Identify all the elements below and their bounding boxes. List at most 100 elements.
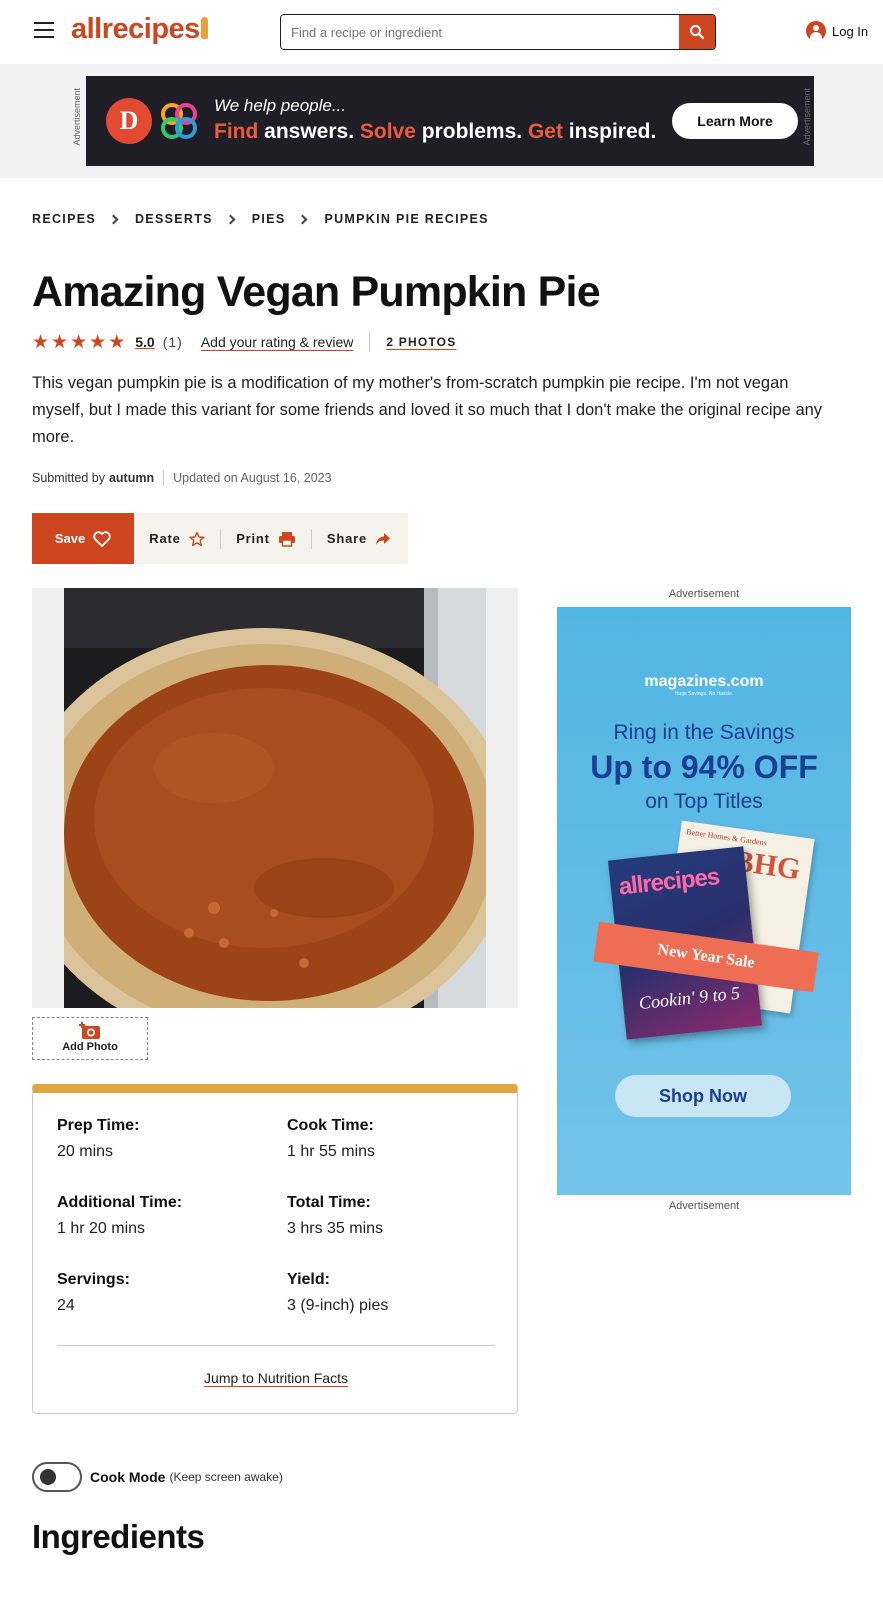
rate-label: Rate xyxy=(149,531,181,546)
star-rating: ★ ★ ★ ★ ★ xyxy=(32,333,125,352)
rate-button[interactable]: Rate xyxy=(134,513,220,564)
search-icon xyxy=(690,25,705,40)
recipe-details-card: Prep Time: 20 mins Cook Time: 1 hr 55 mi… xyxy=(32,1084,518,1414)
magazines-logo: magazines.com Huge Savings. No Hassle. xyxy=(644,673,764,697)
ad-line-1: Ring in the Savings xyxy=(613,721,795,744)
star-icon: ★ xyxy=(108,331,126,353)
chevron-right-icon xyxy=(108,214,119,224)
detail-value: 3 hrs 35 mins xyxy=(287,1220,384,1237)
detail-label: Yield: xyxy=(287,1271,330,1288)
star-outline-icon xyxy=(188,531,205,546)
cook-mode: Cook Mode (Keep screen awake) xyxy=(32,1462,283,1492)
site-logo[interactable]: allrecipes xyxy=(71,13,208,46)
search-button[interactable] xyxy=(679,15,715,49)
heart-icon xyxy=(93,530,111,547)
logo-text: allrecipes xyxy=(71,13,200,45)
detail-label: Prep Time: xyxy=(57,1117,140,1134)
ad-tagline: We help people... xyxy=(214,96,346,115)
ad-label-top: Advertisement xyxy=(668,588,740,600)
detail-cook-time: Cook Time: 1 hr 55 mins xyxy=(287,1117,507,1161)
detail-value: 1 hr 55 mins xyxy=(287,1143,376,1160)
ad-line-3: on Top Titles xyxy=(645,790,763,813)
ad-label-left: Advertisement xyxy=(72,88,82,146)
detail-additional-time: Additional Time: 1 hr 20 mins xyxy=(57,1194,277,1238)
rating-count: (1) xyxy=(162,334,183,350)
login-button[interactable]: Log In xyxy=(806,21,868,41)
star-icon: ★ xyxy=(89,331,107,353)
detail-total-time: Total Time: 3 hrs 35 mins xyxy=(287,1194,507,1238)
dotdash-logo: D xyxy=(106,98,152,144)
star-icon: ★ xyxy=(70,331,88,353)
save-label: Save xyxy=(54,531,86,546)
divider xyxy=(57,1345,495,1346)
search-bar xyxy=(280,14,716,50)
recipe-description: This vegan pumpkin pie is a modification… xyxy=(32,374,823,446)
ad-headline: Find answers. Solve problems. Get inspir… xyxy=(214,120,657,143)
camera-plus-icon xyxy=(79,1022,100,1039)
site-header: allrecipes Log In xyxy=(0,0,883,64)
breadcrumb-desserts[interactable]: DESSERTS xyxy=(135,212,213,226)
add-rating-link[interactable]: Add your rating & review xyxy=(201,334,354,350)
ad-label-bottom: Advertisement xyxy=(668,1200,740,1212)
star-icon: ★ xyxy=(51,331,69,353)
menu-icon[interactable] xyxy=(34,22,54,38)
recipe-title: Amazing Vegan Pumpkin Pie xyxy=(32,268,601,316)
recipe-photo[interactable] xyxy=(64,588,486,1008)
divider xyxy=(369,332,371,352)
ad-line-2: Up to 94% OFF xyxy=(590,749,818,785)
detail-servings: Servings: 24 xyxy=(57,1271,277,1315)
share-button[interactable]: Share xyxy=(312,513,406,564)
magazines-ad[interactable]: magazines.com Huge Savings. No Hassle. R… xyxy=(557,607,851,1195)
chevron-right-icon xyxy=(225,214,236,224)
chevron-right-icon xyxy=(298,214,308,224)
rating-value[interactable]: 5.0 xyxy=(135,334,154,350)
user-icon xyxy=(806,21,826,41)
cook-mode-label: Cook Mode xyxy=(90,1469,166,1485)
action-bar: Save Rate Print Share xyxy=(32,513,408,564)
submitted-prefix: Submitted by xyxy=(32,471,105,485)
add-photo-button[interactable]: Add Photo xyxy=(32,1017,148,1060)
save-button[interactable]: Save xyxy=(32,513,134,564)
photos-link[interactable]: 2 PHOTOS xyxy=(386,335,456,349)
printer-icon xyxy=(278,531,295,547)
logo-spoon-icon xyxy=(200,17,208,39)
detail-prep-time: Prep Time: 20 mins xyxy=(57,1117,277,1161)
login-label: Log In xyxy=(832,23,869,39)
learn-more-button[interactable]: Learn More xyxy=(672,103,798,139)
print-button[interactable]: Print xyxy=(221,513,311,564)
print-label: Print xyxy=(236,531,270,546)
share-label: Share xyxy=(326,531,368,546)
cook-mode-toggle[interactable] xyxy=(32,1462,82,1492)
pumpkin-pie-image xyxy=(64,588,486,1008)
recipe-photo-frame xyxy=(32,588,518,1008)
breadcrumb: RECIPES DESSERTS PIES PUMPKIN PIE RECIPE… xyxy=(32,212,489,226)
top-ad-banner[interactable]: D We help people... Find answers. Solve … xyxy=(86,76,814,166)
star-icon: ★ xyxy=(32,331,50,353)
divider xyxy=(163,470,165,486)
rating-row: ★ ★ ★ ★ ★ 5.0 (1) Add your rating & review 2… xyxy=(32,331,456,353)
breadcrumb-pies[interactable]: PIES xyxy=(252,212,286,226)
toggle-knob xyxy=(40,1469,56,1485)
shop-now-button[interactable]: Shop Now xyxy=(615,1075,791,1117)
byline: Submitted by autumn Updated on August 16… xyxy=(32,470,332,486)
search-input[interactable] xyxy=(281,15,679,49)
detail-label: Servings: xyxy=(57,1271,130,1288)
share-arrow-icon xyxy=(376,532,391,545)
add-photo-label: Add Photo xyxy=(62,1041,118,1053)
detail-label: Total Time: xyxy=(287,1194,371,1211)
ingredients-heading: Ingredients xyxy=(32,1518,205,1555)
dotdash-knot-icon xyxy=(161,103,197,139)
detail-label: Additional Time: xyxy=(57,1194,183,1211)
author-link[interactable]: autumn xyxy=(109,471,154,485)
detail-yield: Yield: 3 (9-inch) pies xyxy=(287,1271,507,1315)
jump-to-nutrition-link[interactable]: Jump to Nutrition Facts xyxy=(33,1370,519,1386)
detail-value: 24 xyxy=(57,1297,75,1314)
detail-value: 3 (9-inch) pies xyxy=(287,1297,389,1314)
detail-label: Cook Time: xyxy=(287,1117,374,1134)
breadcrumb-pumpkin-pie[interactable]: PUMPKIN PIE RECIPES xyxy=(324,212,488,226)
detail-value: 1 hr 20 mins xyxy=(57,1220,146,1237)
top-ad-band: Advertisement D We help people... Find a… xyxy=(0,64,883,178)
ad-label-right: Advertisement xyxy=(802,88,812,146)
breadcrumb-recipes[interactable]: RECIPES xyxy=(32,212,96,226)
updated-date: Updated on August 16, 2023 xyxy=(173,471,332,485)
